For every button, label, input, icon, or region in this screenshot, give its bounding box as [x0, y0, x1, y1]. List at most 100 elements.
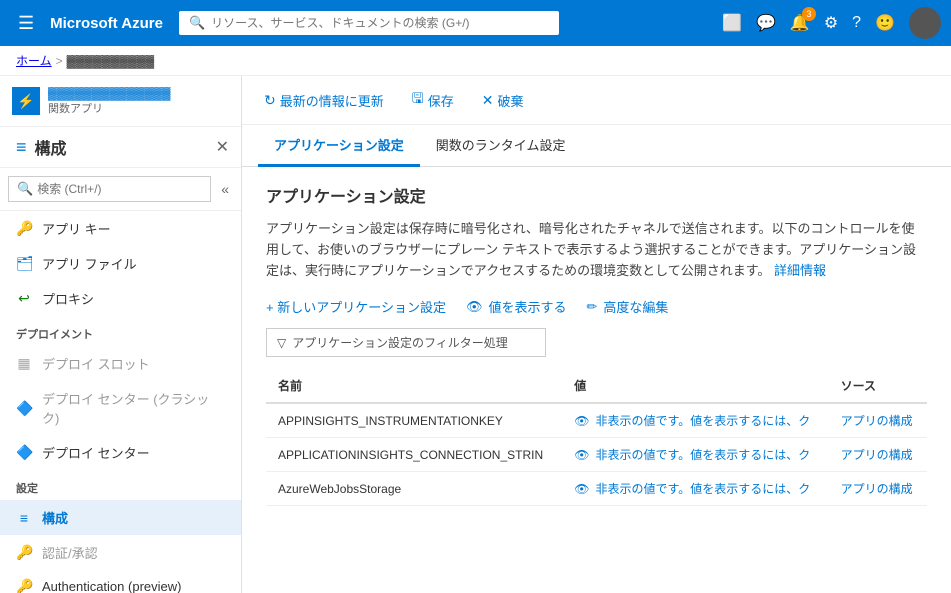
proxy-icon: ↩ [16, 290, 32, 307]
setting-name-cell: AzureWebJobsStorage [266, 472, 562, 506]
panel-title: 構成 [35, 135, 216, 159]
sidebar-item-app-keys[interactable]: 🔑 アプリ キー [0, 211, 241, 246]
breadcrumb: ホーム > ▓▓▓▓▓▓▓▓▓▓ [0, 46, 951, 76]
save-button[interactable]: 🖫 保存 [406, 84, 460, 116]
resource-info: ▓▓▓▓▓▓▓▓▓▓▓▓▓▓ 関数アプリ [48, 86, 229, 116]
refresh-icon: ↻ [264, 92, 276, 109]
sidebar-nav: 🔑 アプリ キー 🗂 アプリ ファイル ↩ プロキシ デプロイメント ▦ デプロ… [0, 211, 241, 593]
hidden-value-text: 非表示の値です。値を表示するには、ク [595, 412, 810, 429]
filter-bar[interactable]: ▽ アプリケーション設定のフィルター処理 [266, 328, 546, 357]
hamburger-icon[interactable]: ☰ [10, 9, 42, 38]
setting-source-cell: アプリの構成 [829, 403, 927, 438]
save-icon: 🖫 [412, 88, 424, 112]
details-link[interactable]: 詳細情報 [774, 263, 826, 278]
config-icon: ≡ [16, 137, 27, 158]
add-setting-label: + 新しいアプリケーション設定 [266, 297, 446, 316]
tab-runtime-settings[interactable]: 関数のランタイム設定 [420, 125, 582, 167]
notifications-icon[interactable]: 🔔 3 [790, 13, 810, 33]
action-buttons-row: + 新しいアプリケーション設定 👁 値を表示する ✏ 高度な編集 [266, 297, 927, 316]
show-values-button[interactable]: 👁 値を表示する [466, 297, 567, 316]
resource-header: ⚡ ▓▓▓▓▓▓▓▓▓▓▓▓▓▓ 関数アプリ [0, 76, 241, 127]
content-body: アプリケーション設定 アプリケーション設定は保存時に暗号化され、暗号化されたチャ… [242, 167, 951, 593]
hidden-value-text: 非表示の値です。値を表示するには、ク [595, 480, 810, 497]
setting-value-cell[interactable]: 👁 非表示の値です。値を表示するには、ク [562, 438, 828, 472]
sidebar-item-label: アプリ ファイル [42, 254, 137, 273]
sidebar-item-proxy[interactable]: ↩ プロキシ [0, 281, 241, 316]
refresh-button[interactable]: ↻ 最新の情報に更新 [258, 87, 390, 114]
top-nav: ☰ Microsoft Azure 🔍 ⬜ 💬 🔔 3 ⚙ ? 🙂 [0, 0, 951, 46]
value-eye-icon: 👁 [574, 482, 589, 496]
sidebar-item-label: アプリ キー [42, 219, 111, 238]
breadcrumb-current: ▓▓▓▓▓▓▓▓▓▓ [67, 54, 154, 68]
setting-name-cell: APPINSIGHTS_INSTRUMENTATIONKEY [266, 403, 562, 438]
save-label: 保存 [428, 91, 454, 110]
settings-section-header: 設定 [0, 470, 241, 500]
help-icon[interactable]: ? [852, 14, 861, 32]
breadcrumb-home[interactable]: ホーム [16, 52, 52, 69]
feedback-icon[interactable]: 💬 [756, 13, 776, 33]
deploy-center-icon: 🔷 [16, 444, 32, 461]
global-search[interactable]: 🔍 [179, 11, 559, 35]
sidebar-search-box[interactable]: 🔍 [8, 176, 211, 202]
discard-icon: ✕ [482, 92, 494, 109]
source-badge: アプリの構成 [841, 414, 913, 428]
sidebar-item-app-files[interactable]: 🗂 アプリ ファイル [0, 246, 241, 281]
table-row: AzureWebJobsStorage 👁 非表示の値です。値を表示するには、ク… [266, 472, 927, 506]
sidebar-item-config[interactable]: ≡ 構成 [0, 500, 241, 535]
add-setting-button[interactable]: + 新しいアプリケーション設定 [266, 297, 446, 316]
sidebar-item-label: プロキシ [42, 289, 94, 308]
setting-source-cell: アプリの構成 [829, 472, 927, 506]
search-input[interactable] [211, 16, 549, 30]
tabs: アプリケーション設定 関数のランタイム設定 [242, 125, 951, 167]
sidebar-item-label: デプロイ スロット [42, 354, 150, 373]
hidden-value-text: 非表示の値です。値を表示するには、ク [595, 446, 810, 463]
col-header-source: ソース [829, 369, 927, 403]
advanced-edit-button[interactable]: ✏ 高度な編集 [586, 297, 668, 316]
user-avatar[interactable] [909, 7, 941, 39]
resource-type: 関数アプリ [48, 100, 229, 116]
sidebar-item-label: デプロイ センター [42, 443, 150, 462]
settings-icon[interactable]: ⚙ [824, 13, 838, 33]
sidebar-item-deploy-center-classic[interactable]: 🔷 デプロイ センター (クラシック) [0, 381, 241, 435]
discard-button[interactable]: ✕ 破棄 [476, 87, 530, 114]
sidebar-search-input[interactable] [37, 182, 202, 196]
sidebar-item-deploy-center[interactable]: 🔷 デプロイ センター [0, 435, 241, 470]
search-icon: 🔍 [189, 15, 205, 31]
tab-app-settings[interactable]: アプリケーション設定 [258, 125, 420, 167]
sidebar-collapse-button[interactable]: « [217, 177, 233, 201]
sidebar-search-area: 🔍 « [0, 168, 241, 211]
toolbar: ↻ 最新の情報に更新 🖫 保存 ✕ 破棄 [242, 76, 951, 125]
source-badge: アプリの構成 [841, 448, 913, 462]
discard-label: 破棄 [497, 91, 523, 110]
table-row: APPINSIGHTS_INSTRUMENTATIONKEY 👁 非表示の値です… [266, 403, 927, 438]
main-layout: ⚡ ▓▓▓▓▓▓▓▓▓▓▓▓▓▓ 関数アプリ ≡ 構成 ✕ 🔍 « 🔑 アプリ … [0, 76, 951, 593]
breadcrumb-separator: > [56, 54, 63, 68]
pencil-icon: ✏ [586, 299, 597, 315]
resource-icon: ⚡ [12, 87, 40, 115]
setting-value-cell[interactable]: 👁 非表示の値です。値を表示するには、ク [562, 403, 828, 438]
emoji-icon[interactable]: 🙂 [875, 13, 895, 33]
panel-title-bar: ≡ 構成 ✕ [0, 127, 241, 168]
close-panel-button[interactable]: ✕ [216, 137, 229, 157]
advanced-edit-label: 高度な編集 [603, 297, 668, 316]
notification-badge: 3 [802, 7, 816, 21]
section-description: アプリケーション設定は保存時に暗号化され、暗号化されたチャネルで送信されます。以… [266, 219, 927, 281]
cloud-shell-icon[interactable]: ⬜ [722, 13, 742, 33]
sidebar-item-deploy-slots[interactable]: ▦ デプロイ スロット [0, 346, 241, 381]
sidebar: ⚡ ▓▓▓▓▓▓▓▓▓▓▓▓▓▓ 関数アプリ ≡ 構成 ✕ 🔍 « 🔑 アプリ … [0, 76, 242, 593]
col-header-name: 名前 [266, 369, 562, 403]
deploy-slots-icon: ▦ [16, 355, 32, 372]
source-badge: アプリの構成 [841, 482, 913, 496]
col-header-value: 値 [562, 369, 828, 403]
deployment-section-header: デプロイメント [0, 316, 241, 346]
key-icon: 🔑 [16, 220, 32, 237]
settings-table: 名前 値 ソース APPINSIGHTS_INSTRUMENTATIONKEY … [266, 369, 927, 506]
sidebar-item-label: 認証/承認 [42, 543, 98, 562]
config-menu-icon: ≡ [16, 510, 32, 526]
sidebar-item-auth[interactable]: 🔑 認証/承認 [0, 535, 241, 570]
file-icon: 🗂 [16, 255, 32, 272]
sidebar-item-label: デプロイ センター (クラシック) [42, 389, 225, 427]
sidebar-item-auth-preview[interactable]: 🔑 Authentication (preview) [0, 570, 241, 593]
refresh-label: 最新の情報に更新 [280, 91, 384, 110]
setting-value-cell[interactable]: 👁 非表示の値です。値を表示するには、ク [562, 472, 828, 506]
